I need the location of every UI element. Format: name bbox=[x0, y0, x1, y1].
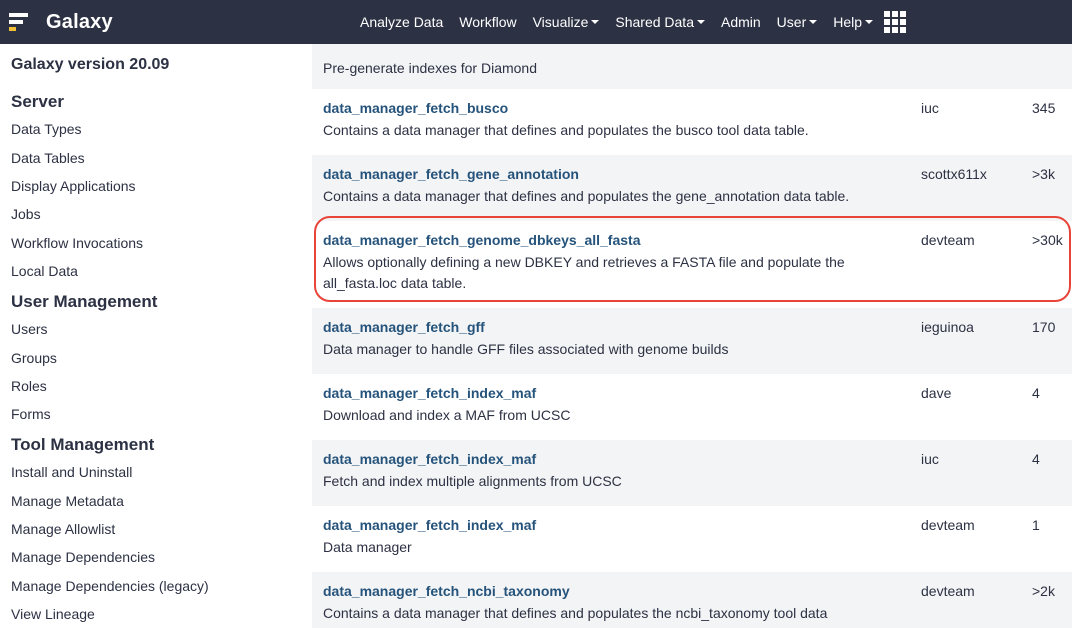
row-description: Data manager to handle GFF files associa… bbox=[323, 341, 729, 357]
row-install-count: 170 bbox=[1032, 319, 1056, 335]
row-install-count: 1 bbox=[1032, 517, 1040, 533]
sidebar-item-forms[interactable]: Forms bbox=[11, 406, 51, 422]
sidebar-item-local-data[interactable]: Local Data bbox=[11, 263, 78, 279]
row-description: Download and index a MAF from UCSC bbox=[323, 407, 571, 423]
admin-sidebar: Galaxy version 20.09 Server Data Types D… bbox=[0, 44, 283, 628]
row-description: Contains a data manager that defines and… bbox=[323, 122, 809, 138]
nav-shared-data[interactable]: Shared Data bbox=[607, 0, 713, 44]
section-heading-user-management: User Management bbox=[11, 292, 158, 311]
sidebar-item-groups[interactable]: Groups bbox=[11, 350, 57, 366]
sidebar-item-manage-dependencies-legacy[interactable]: Manage Dependencies (legacy) bbox=[11, 578, 209, 594]
brand-title: Galaxy bbox=[46, 10, 113, 33]
row-owner: devteam bbox=[921, 517, 975, 533]
repository-name-link[interactable]: data_manager_fetch_gene_annotation bbox=[323, 166, 579, 182]
repository-name-link[interactable]: data_manager_fetch_busco bbox=[323, 100, 508, 116]
nav-help[interactable]: Help bbox=[825, 0, 881, 44]
row-description: Fetch and index multiple alignments from… bbox=[323, 473, 622, 489]
galaxy-version: Galaxy version 20.09 bbox=[11, 56, 170, 73]
row-install-count: 4 bbox=[1032, 451, 1040, 467]
table-row: data_manager_fetch_index_maf Fetch and i… bbox=[312, 440, 1072, 506]
sidebar-item-manage-allowlist[interactable]: Manage Allowlist bbox=[11, 521, 115, 537]
nav-label: Shared Data bbox=[615, 14, 694, 30]
row-install-count: >2k bbox=[1032, 583, 1055, 599]
row-owner: dave bbox=[921, 385, 952, 401]
sidebar-item-roles[interactable]: Roles bbox=[11, 378, 47, 394]
row-description: Contains a data manager that defines and… bbox=[323, 188, 850, 204]
nav-visualize[interactable]: Visualize bbox=[525, 0, 608, 44]
nav-workflow[interactable]: Workflow bbox=[451, 0, 524, 44]
section-heading-server: Server bbox=[11, 92, 64, 111]
galaxy-home-link[interactable]: Galaxy bbox=[9, 0, 113, 44]
nav-analyze-data[interactable]: Analyze Data bbox=[352, 0, 451, 44]
row-install-count: >3k bbox=[1032, 166, 1055, 182]
sidebar-item-view-lineage[interactable]: View Lineage bbox=[11, 606, 95, 622]
table-row: data_manager_fetch_gene_annotation Conta… bbox=[312, 155, 1072, 221]
sidebar-item-manage-metadata[interactable]: Manage Metadata bbox=[11, 493, 124, 509]
nav-label: Visualize bbox=[532, 14, 589, 30]
row-owner: iuc bbox=[921, 100, 939, 116]
repository-name-link[interactable]: data_manager_fetch_genome_dbkeys_all_fas… bbox=[323, 232, 640, 248]
caret-down-icon bbox=[865, 20, 874, 24]
sidebar-item-users[interactable]: Users bbox=[11, 321, 48, 337]
sidebar-item-data-types[interactable]: Data Types bbox=[11, 121, 82, 137]
nav-label: Analyze Data bbox=[360, 14, 444, 30]
sidebar-item-data-tables[interactable]: Data Tables bbox=[11, 150, 85, 166]
table-row: Pre-generate indexes for Diamond bbox=[312, 44, 1072, 89]
apps-grid-icon[interactable] bbox=[884, 11, 907, 34]
sidebar-item-manage-dependencies[interactable]: Manage Dependencies bbox=[11, 549, 155, 565]
row-install-count: 4 bbox=[1032, 385, 1040, 401]
row-owner: devteam bbox=[921, 232, 975, 248]
caret-down-icon bbox=[591, 20, 600, 24]
masthead: Galaxy Analyze Data Workflow Visualize S… bbox=[0, 0, 1072, 44]
row-install-count: >30k bbox=[1032, 232, 1063, 248]
galaxy-logo-icon bbox=[9, 12, 35, 32]
repository-name-link[interactable]: data_manager_fetch_gff bbox=[323, 319, 485, 335]
table-row: data_manager_fetch_genome_dbkeys_all_fas… bbox=[312, 221, 1072, 308]
main-nav: Analyze Data Workflow Visualize Shared D… bbox=[352, 0, 881, 44]
row-description: Pre-generate indexes for Diamond bbox=[323, 60, 538, 76]
sidebar-item-workflow-invocations[interactable]: Workflow Invocations bbox=[11, 235, 143, 251]
row-description: Data manager bbox=[323, 539, 412, 555]
nav-user[interactable]: User bbox=[769, 0, 826, 44]
row-owner: devteam bbox=[921, 583, 975, 599]
nav-label: Help bbox=[833, 14, 863, 30]
center-panel: Pre-generate indexes for Diamond data_ma… bbox=[283, 44, 1072, 628]
nav-admin[interactable]: Admin bbox=[713, 0, 769, 44]
row-owner: scottx611x bbox=[921, 166, 987, 182]
table-row: data_manager_fetch_index_maf Download an… bbox=[312, 374, 1072, 440]
section-heading-tool-management: Tool Management bbox=[11, 435, 155, 454]
nav-label: User bbox=[776, 14, 807, 30]
row-owner: ieguinoa bbox=[921, 319, 974, 335]
repository-name-link[interactable]: data_manager_fetch_index_maf bbox=[323, 451, 536, 467]
repository-name-link[interactable]: data_manager_fetch_index_maf bbox=[323, 517, 536, 533]
row-description: Contains a data manager that defines and… bbox=[323, 605, 828, 628]
repository-name-link[interactable]: data_manager_fetch_ncbi_taxonomy bbox=[323, 583, 570, 599]
row-description: Allows optionally defining a new DBKEY a… bbox=[323, 254, 845, 291]
sidebar-item-install-and-uninstall[interactable]: Install and Uninstall bbox=[11, 464, 132, 480]
repository-name-link[interactable]: data_manager_fetch_index_maf bbox=[323, 385, 536, 401]
table-row: data_manager_fetch_ncbi_taxonomy Contain… bbox=[312, 572, 1072, 628]
sidebar-item-display-applications[interactable]: Display Applications bbox=[11, 178, 136, 194]
table-row: data_manager_fetch_busco Contains a data… bbox=[312, 89, 1072, 155]
nav-label: Admin bbox=[720, 14, 761, 30]
row-install-count: 345 bbox=[1032, 100, 1056, 116]
row-owner: iuc bbox=[921, 451, 939, 467]
caret-down-icon bbox=[809, 20, 818, 24]
table-row: data_manager_fetch_gff Data manager to h… bbox=[312, 308, 1072, 374]
caret-down-icon bbox=[696, 20, 705, 24]
nav-label: Workflow bbox=[459, 14, 517, 30]
table-row: data_manager_fetch_index_maf Data manage… bbox=[312, 506, 1072, 572]
sidebar-item-jobs[interactable]: Jobs bbox=[11, 206, 41, 222]
